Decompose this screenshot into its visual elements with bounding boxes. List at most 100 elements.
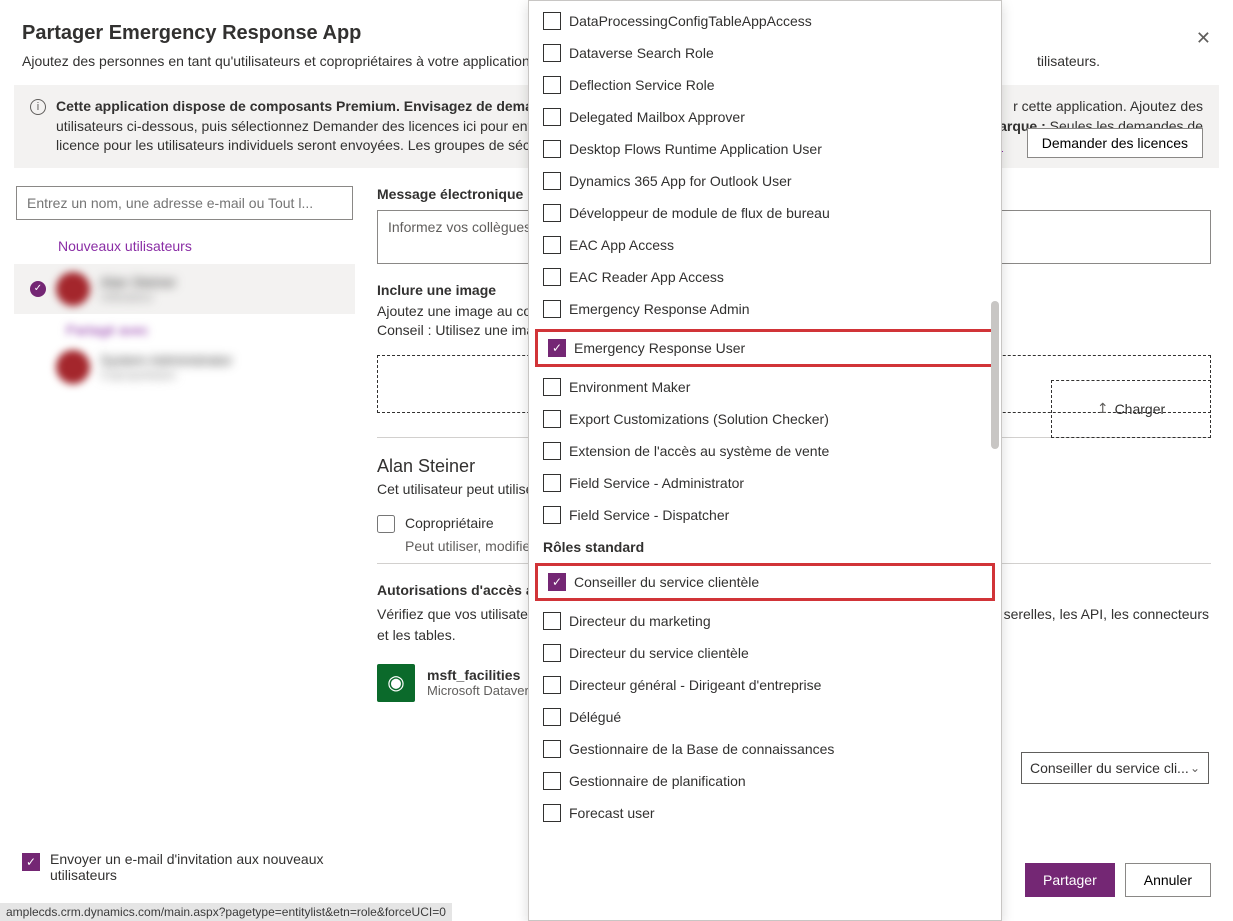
role-option-label: Emergency Response User	[574, 340, 745, 356]
role-option-label: Forecast user	[569, 805, 655, 821]
send-email-checkbox[interactable]: ✓	[22, 853, 40, 871]
role-option[interactable]: Field Service - Administrator	[533, 467, 997, 499]
role-option[interactable]: DataProcessingConfigTableAppAccess	[533, 5, 997, 37]
role-option-label: Extension de l'accès au système de vente	[569, 443, 829, 459]
checkbox-icon	[543, 12, 561, 30]
role-option-label: Gestionnaire de planification	[569, 773, 746, 789]
role-option[interactable]: Directeur général - Dirigeant d'entrepri…	[533, 669, 997, 701]
role-option-label: Directeur du service clientèle	[569, 645, 749, 661]
role-option-label: Conseiller du service clientèle	[574, 574, 759, 590]
checkbox-icon: ✓	[548, 339, 566, 357]
role-option[interactable]: Extension de l'accès au système de vente	[533, 435, 997, 467]
role-option[interactable]: Deflection Service Role	[533, 69, 997, 101]
role-option-label: Directeur du marketing	[569, 613, 711, 629]
status-bar-url: amplecds.crm.dynamics.com/main.aspx?page…	[0, 903, 452, 921]
user-role-label: Utilisateur	[100, 290, 176, 304]
coowner-checkbox[interactable]	[377, 515, 395, 533]
checkbox-icon	[543, 772, 561, 790]
avatar	[56, 350, 90, 384]
coowner-desc: Peut utiliser, modifier	[405, 534, 535, 557]
role-option-label: Delegated Mailbox Approver	[569, 109, 745, 125]
scrollbar-thumb[interactable]	[991, 301, 999, 449]
role-option[interactable]: Delegated Mailbox Approver	[533, 101, 997, 133]
role-option-label: Environment Maker	[569, 379, 690, 395]
info-icon: i	[30, 99, 46, 115]
role-option[interactable]: Développeur de module de flux de bureau	[533, 197, 997, 229]
checkbox-icon	[543, 410, 561, 428]
shared-with-label: Partagé avec	[14, 314, 355, 342]
user-name-label: System Administrator	[100, 352, 232, 368]
avatar	[56, 272, 90, 306]
checkbox-icon	[543, 506, 561, 524]
user-row[interactable]: System Administrator Copropriétaire	[14, 342, 355, 392]
app-subtitle: Microsoft Dataverse	[427, 683, 543, 698]
checkbox-icon	[543, 140, 561, 158]
checkbox-icon	[543, 268, 561, 286]
role-option[interactable]: Desktop Flows Runtime Application User	[533, 133, 997, 165]
new-users-label: Nouveaux utilisateurs	[14, 220, 355, 264]
share-button[interactable]: Partager	[1025, 863, 1115, 897]
checkbox-icon	[543, 204, 561, 222]
send-email-label: Envoyer un e-mail d'invitation aux nouve…	[50, 851, 342, 883]
role-option[interactable]: Directeur du service clientèle	[533, 637, 997, 669]
cancel-button[interactable]: Annuler	[1125, 863, 1211, 897]
user-role-label: Copropriétaire	[100, 368, 232, 382]
check-icon: ✓	[30, 281, 46, 297]
role-option-label: Field Service - Administrator	[569, 475, 744, 491]
checkbox-icon	[543, 708, 561, 726]
checkbox-icon: ✓	[548, 573, 566, 591]
role-option-label: Desktop Flows Runtime Application User	[569, 141, 822, 157]
coowner-label: Copropriétaire	[405, 513, 535, 534]
role-option[interactable]: Field Service - Dispatcher	[533, 499, 997, 531]
close-icon[interactable]: ✕	[1196, 28, 1211, 49]
role-option[interactable]: Export Customizations (Solution Checker)	[533, 403, 997, 435]
role-option[interactable]: Dynamics 365 App for Outlook User	[533, 165, 997, 197]
role-option[interactable]: Directeur du marketing	[533, 605, 997, 637]
checkbox-icon	[543, 236, 561, 254]
role-option[interactable]: Emergency Response Admin	[533, 293, 997, 325]
role-option[interactable]: Dataverse Search Role	[533, 37, 997, 69]
upload-image-button[interactable]: ↥ Charger	[1051, 380, 1211, 438]
app-name-label: msft_facilities	[427, 667, 543, 683]
role-group-label: Rôles standard	[533, 531, 997, 559]
checkbox-icon	[543, 44, 561, 62]
role-option[interactable]: Gestionnaire de planification	[533, 765, 997, 797]
role-option-label: DataProcessingConfigTableAppAccess	[569, 13, 812, 29]
role-option-label: Deflection Service Role	[569, 77, 715, 93]
role-option-label: EAC App Access	[569, 237, 674, 253]
checkbox-icon	[543, 740, 561, 758]
role-option[interactable]: ✓ Conseiller du service clientèle	[538, 566, 992, 598]
checkbox-icon	[543, 76, 561, 94]
role-option[interactable]: Forecast user	[533, 797, 997, 829]
role-option-label: Gestionnaire de la Base de connaissances	[569, 741, 834, 757]
checkbox-icon	[543, 172, 561, 190]
checkbox-icon	[543, 804, 561, 822]
role-option[interactable]: Délégué	[533, 701, 997, 733]
role-option-label: EAC Reader App Access	[569, 269, 724, 285]
upload-icon: ↥	[1097, 400, 1109, 417]
role-option-label: Délégué	[569, 709, 621, 725]
role-option-label: Directeur général - Dirigeant d'entrepri…	[569, 677, 821, 693]
user-name-label: Alan Steiner	[100, 274, 176, 290]
checkbox-icon	[543, 474, 561, 492]
role-option[interactable]: ✓ Emergency Response User	[538, 332, 992, 364]
checkbox-icon	[543, 108, 561, 126]
security-role-select[interactable]: Conseiller du service cli... ⌄	[1021, 752, 1209, 784]
role-option-label: Export Customizations (Solution Checker)	[569, 411, 829, 427]
role-option[interactable]: Environment Maker	[533, 371, 997, 403]
request-licenses-button[interactable]: Demander des licences	[1027, 128, 1203, 158]
user-row[interactable]: ✓ Alan Steiner Utilisateur	[14, 264, 355, 314]
roles-dropdown: DataProcessingConfigTableAppAccess Datave…	[528, 0, 1002, 921]
role-option[interactable]: EAC Reader App Access	[533, 261, 997, 293]
role-option-label: Développeur de module de flux de bureau	[569, 205, 830, 221]
checkbox-icon	[543, 378, 561, 396]
checkbox-icon	[543, 676, 561, 694]
checkbox-icon	[543, 300, 561, 318]
role-option[interactable]: EAC App Access	[533, 229, 997, 261]
checkbox-icon	[543, 612, 561, 630]
people-search-input[interactable]	[16, 186, 353, 220]
role-option-label: Dataverse Search Role	[569, 45, 714, 61]
chevron-down-icon: ⌄	[1190, 761, 1200, 775]
dataverse-icon: ◉	[377, 664, 415, 702]
role-option[interactable]: Gestionnaire de la Base de connaissances	[533, 733, 997, 765]
